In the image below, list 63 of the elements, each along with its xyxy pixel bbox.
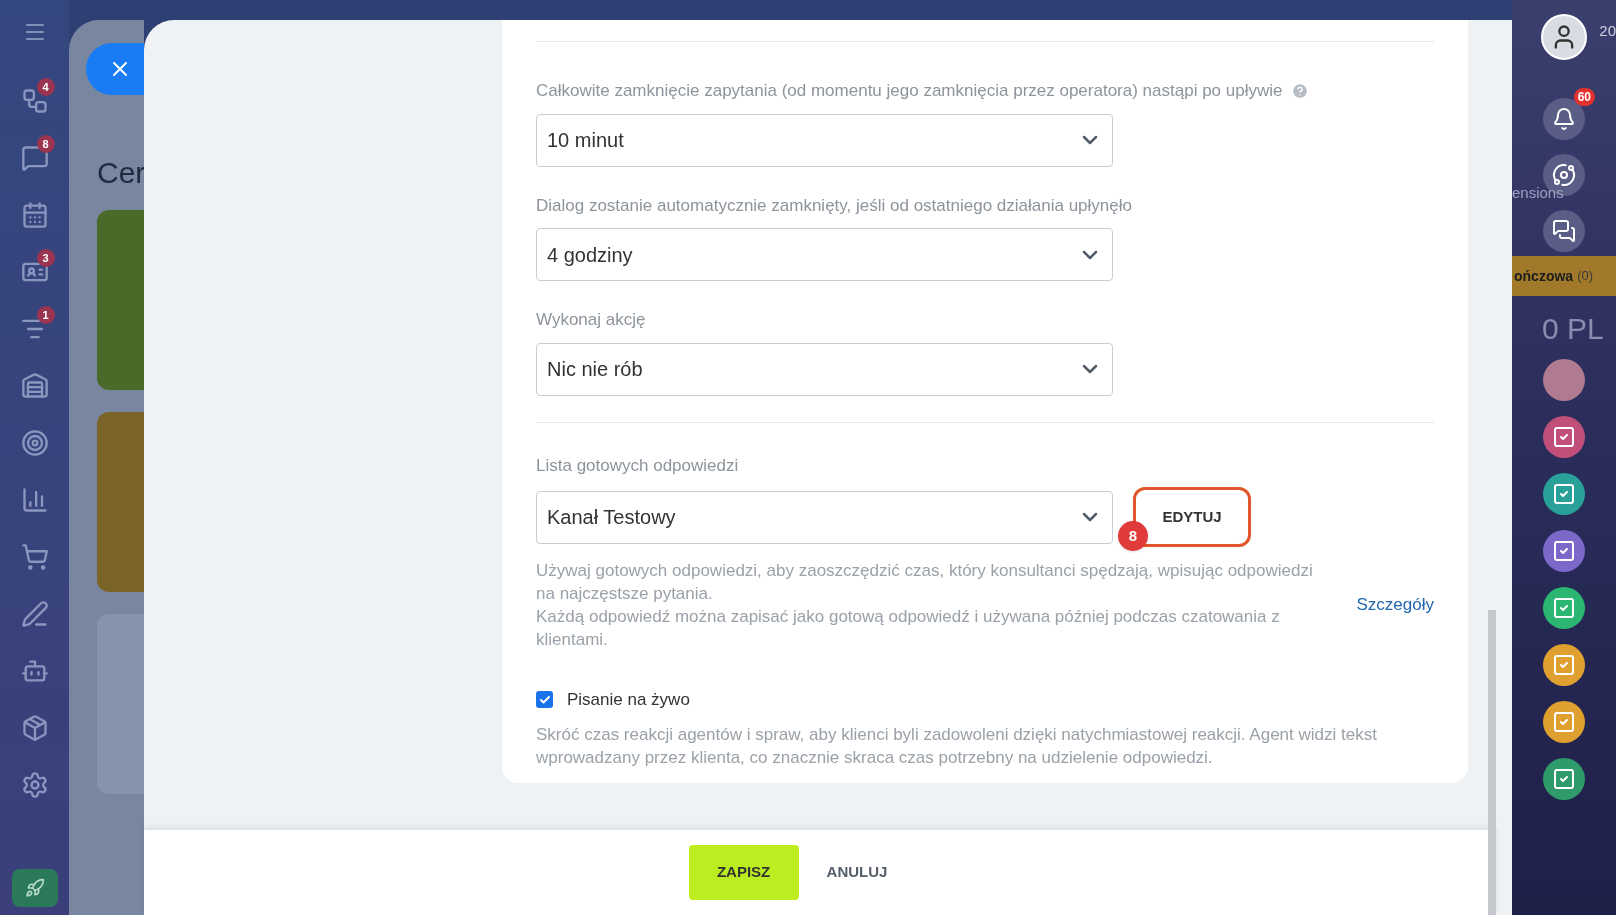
help-text: Używaj gotowych odpowiedzi, aby zaoszczędzić czas, który konsultanci spędzają, wpisując odpowiedzi na najczęstsze pytania. <box>536 560 1314 605</box>
amount-text: 0 PL <box>1542 311 1604 347</box>
app-button[interactable] <box>1543 758 1585 800</box>
warehouse-icon[interactable] <box>20 371 49 400</box>
checked-square-icon <box>1552 425 1576 449</box>
count-badge: 8 <box>36 135 55 153</box>
checkbox-label: Pisanie na żywo <box>567 689 690 711</box>
count-badge: 3 <box>36 249 55 267</box>
bell-icon <box>1552 107 1576 131</box>
checked-square-icon <box>1552 596 1576 620</box>
cart-icon[interactable] <box>20 542 49 571</box>
save-button[interactable]: ZAPISZ <box>688 845 799 900</box>
dropdown-field[interactable]: Kanał Testowy <box>536 490 1113 544</box>
dropdown-value: 10 minut <box>547 128 624 153</box>
checked-square-icon <box>1552 767 1576 791</box>
bar-chart-icon[interactable] <box>20 485 49 514</box>
field-label: Lista gotowych odpowiedzi <box>536 454 740 477</box>
app-button[interactable] <box>1543 587 1585 629</box>
app-button[interactable] <box>1543 416 1585 458</box>
dropdown-value: Nic nie rób <box>547 357 643 382</box>
check-icon <box>538 693 551 706</box>
app-button[interactable] <box>1543 473 1585 515</box>
settings-icon[interactable] <box>20 770 49 799</box>
rocket-button[interactable] <box>11 869 58 907</box>
chat-transfer-button[interactable] <box>1543 210 1585 252</box>
dropdown-value: Kanał Testowy <box>547 505 676 530</box>
step-marker: 8 <box>1118 521 1148 551</box>
help-text: Każdą odpowiedź można zapisać jako gotową odpowiedź i używana później podczas czatowania z klientami. <box>536 606 1281 651</box>
orbit-icon <box>1552 163 1576 187</box>
field-label: Wykonaj akcję <box>536 309 646 331</box>
count-badge: 4 <box>36 78 55 96</box>
field-label: Całkowite zamknięcie zapytania (od momentu jego zamknięcia przez operatora) nastąpi po upływie <box>536 80 1283 102</box>
background-text: ensions <box>1512 183 1564 203</box>
cancel-button[interactable]: ANULUJ <box>822 845 892 900</box>
count-badge: 1 <box>36 306 55 324</box>
calendar-icon[interactable] <box>20 200 49 229</box>
app-button[interactable] <box>1543 530 1585 572</box>
dropdown-value: 4 godziny <box>547 242 633 268</box>
page-heading: Cer <box>97 156 144 189</box>
checked-square-icon <box>1552 653 1576 677</box>
count-text: 20 <box>1599 21 1616 41</box>
app-button[interactable] <box>1543 644 1585 686</box>
close-button[interactable] <box>86 43 144 95</box>
checked-square-icon <box>1552 710 1576 734</box>
target-icon[interactable] <box>20 428 49 457</box>
chat-transfer-icon <box>1552 219 1576 243</box>
package-icon[interactable] <box>20 713 49 742</box>
checked-square-icon <box>1552 482 1576 506</box>
dropdown-field[interactable]: 10 minut <box>536 113 1113 167</box>
dropdown-field[interactable]: 4 godziny <box>536 228 1113 281</box>
help-text: Skróć czas reakcji agentów i spraw, aby klienci byli zadowoleni dzięki natychmiastowej reakcji. Agent widzi tekst wprowadzany przez klienta, co znacznie skraca czas potrzebny na udzielenie odpowiedzi. <box>536 723 1378 769</box>
count-badge: 60 <box>1573 88 1595 106</box>
stage-name: ończowa <box>1514 266 1574 286</box>
checkbox[interactable] <box>536 691 553 709</box>
checked-square-icon <box>1552 539 1576 563</box>
details-link[interactable]: Szczegóły <box>1356 592 1434 618</box>
user-avatar[interactable] <box>1541 14 1587 60</box>
dropdown-field[interactable]: Nic nie rób <box>536 342 1113 396</box>
pen-icon[interactable] <box>20 599 49 628</box>
field-label: Dialog zostanie automatycznie zamknięty, jeśli od ostatniego działania upłynęło <box>536 194 1132 217</box>
rocket-icon <box>24 878 45 898</box>
stage-count: (0) <box>1577 267 1593 286</box>
app-button[interactable] <box>1543 701 1585 743</box>
